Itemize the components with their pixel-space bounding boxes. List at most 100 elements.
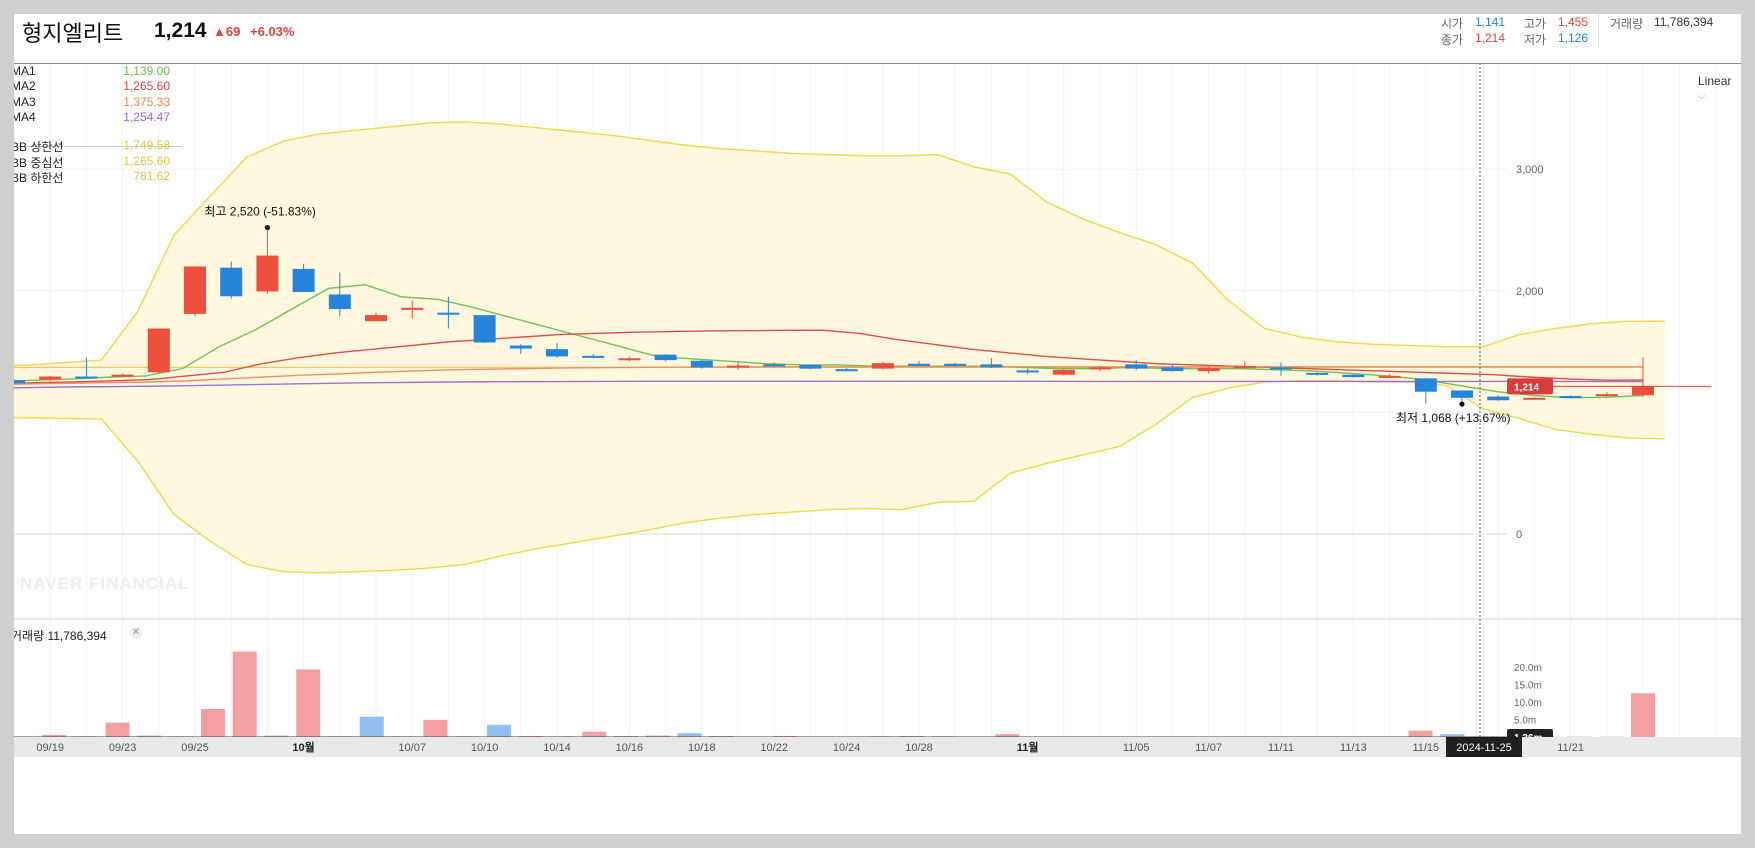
annotation-label: 최저 1,068 (+13.67%) — [1396, 411, 1510, 425]
annotation-dot — [264, 224, 270, 231]
legend-ma3-label: MA3 — [14, 95, 36, 109]
candle-body — [1414, 378, 1437, 392]
low-value: 1,126 — [1558, 31, 1589, 45]
x-tick-label: 09/25 — [181, 742, 209, 754]
volume-bar — [359, 716, 384, 737]
x-tick-label: 10/18 — [688, 742, 716, 754]
x-tick-label: 09/23 — [109, 742, 137, 754]
y-tick-label: 0 — [1516, 529, 1522, 541]
candle-body — [1559, 395, 1582, 398]
volume-bar — [582, 731, 607, 737]
candle-body — [292, 268, 315, 293]
volume-bar — [232, 651, 257, 737]
x-tick-label: 10월 — [292, 740, 314, 754]
x-tick-label: 10/22 — [760, 742, 788, 754]
scale-mode-dropdown[interactable]: Linear ⌵ — [1698, 74, 1741, 102]
candle-body — [835, 369, 858, 372]
legend-bb-lower-value: 781.62 — [133, 169, 170, 183]
x-tick-label: 10/24 — [833, 742, 861, 754]
x-tick-label: 11/11 — [1268, 742, 1294, 754]
candle-body — [944, 363, 967, 366]
header-divider — [1598, 14, 1599, 48]
candle-body — [1233, 366, 1256, 369]
candle-body — [763, 364, 786, 367]
volume-bar — [200, 709, 225, 737]
x-tick-label: 09/19 — [36, 742, 64, 754]
candle-body — [908, 363, 930, 366]
volume-bar — [423, 719, 448, 737]
open-value: 1,141 — [1475, 15, 1506, 29]
crosshair-date-label: 2024-11-25 — [1456, 742, 1511, 754]
current-price: 1,214 — [154, 19, 207, 42]
volume-value: 11,786,394 — [1654, 15, 1714, 29]
candle-body — [980, 364, 1003, 368]
volume-tick-label: 15.0m — [1514, 681, 1542, 692]
volume-bar — [1408, 730, 1433, 737]
candle-body — [401, 307, 424, 310]
bollinger-band-area — [14, 121, 1665, 573]
y-tick-label: 3,000 — [1516, 164, 1544, 176]
x-tick-label: 10/28 — [905, 742, 933, 754]
x-tick-label: 11/05 — [1123, 742, 1150, 754]
chevron-down-icon: ⌵ — [1698, 91, 1706, 102]
stock-name: 형지엘리트 — [22, 21, 124, 46]
x-tick-label: 11/15 — [1412, 742, 1439, 754]
candle-body — [1197, 368, 1220, 372]
candle-body — [1378, 375, 1401, 378]
close-value: 1,214 — [1475, 31, 1506, 45]
price-change: ▲69 — [213, 24, 241, 39]
x-tick-label: 10/07 — [398, 742, 426, 754]
volume-bar — [486, 724, 511, 737]
annotation-label: 최고 2,520 (-51.83%) — [204, 205, 315, 219]
candle-body — [1595, 394, 1618, 397]
legend-bb-upper-value: 1,749.58 — [123, 138, 170, 152]
volume-tick-label: 20.0m — [1514, 663, 1542, 674]
candle-body — [727, 365, 749, 368]
legend-ma1-label: MA1 — [14, 64, 36, 78]
price-change-pct: +6.03% — [250, 24, 295, 39]
legend-bb-upper-label: BB 상한선 — [14, 140, 64, 154]
volume-panel-title: 거래량 11,786,394 — [14, 627, 107, 644]
scale-mode-label: Linear — [1698, 74, 1732, 88]
candle-body — [618, 358, 641, 361]
x-tick-label: 10/16 — [616, 742, 644, 754]
legend-ma2-value: 1,265.60 — [123, 79, 170, 93]
candle-body — [437, 312, 460, 315]
candle-body — [1089, 367, 1111, 370]
candle-body — [1270, 367, 1292, 370]
annotation-dot — [1459, 401, 1465, 407]
candle-body — [328, 294, 351, 310]
candle-body — [184, 266, 206, 314]
close-icon[interactable]: ✕ — [130, 627, 142, 639]
volume-panel-value: 11,786,394 — [47, 629, 107, 643]
volume-tick-label: 10.0m — [1514, 698, 1542, 709]
candle-body — [75, 376, 98, 379]
candle-body — [111, 374, 134, 377]
x-tick-label: 10/14 — [543, 742, 571, 754]
legend-ma4-label: MA4 — [14, 110, 36, 124]
candle-body — [1161, 367, 1184, 372]
candle-body — [1342, 374, 1365, 378]
open-label: 시가 — [1441, 17, 1464, 31]
candle-body — [1125, 364, 1148, 369]
candle-body — [871, 363, 894, 369]
price-chart[interactable]: 01,0002,0003,000최고 2,520 (-51.83%)최저 1,0… — [14, 14, 1741, 834]
legend-ma2-label: MA2 — [14, 79, 36, 93]
watermark: NAVER FINANCIAL — [20, 574, 190, 593]
candle-body — [654, 354, 677, 361]
candle-body — [1306, 372, 1329, 375]
stock-header: 형지엘리트 1,214 ▲69 +6.03% 시가 1,141 고가 1,455… — [14, 14, 1741, 64]
candle-body — [1451, 390, 1473, 398]
candle-body — [473, 315, 496, 343]
candle-body — [220, 267, 243, 297]
x-tick-label: 11/07 — [1195, 742, 1222, 754]
legend-bb-lower-label: BB 하한선 — [14, 171, 64, 185]
volume-bar — [677, 733, 702, 737]
legend-ma4-value: 1,254.47 — [123, 110, 170, 124]
high-value: 1,455 — [1558, 15, 1589, 29]
candle-body — [14, 380, 25, 384]
legend-bb-middle-value: 1,265.60 — [123, 154, 170, 168]
close-label: 종가 — [1441, 33, 1464, 47]
chart-frame: 01,0002,0003,000최고 2,520 (-51.83%)최저 1,0… — [14, 14, 1741, 834]
x-tick-label: 11월 — [1017, 740, 1039, 754]
